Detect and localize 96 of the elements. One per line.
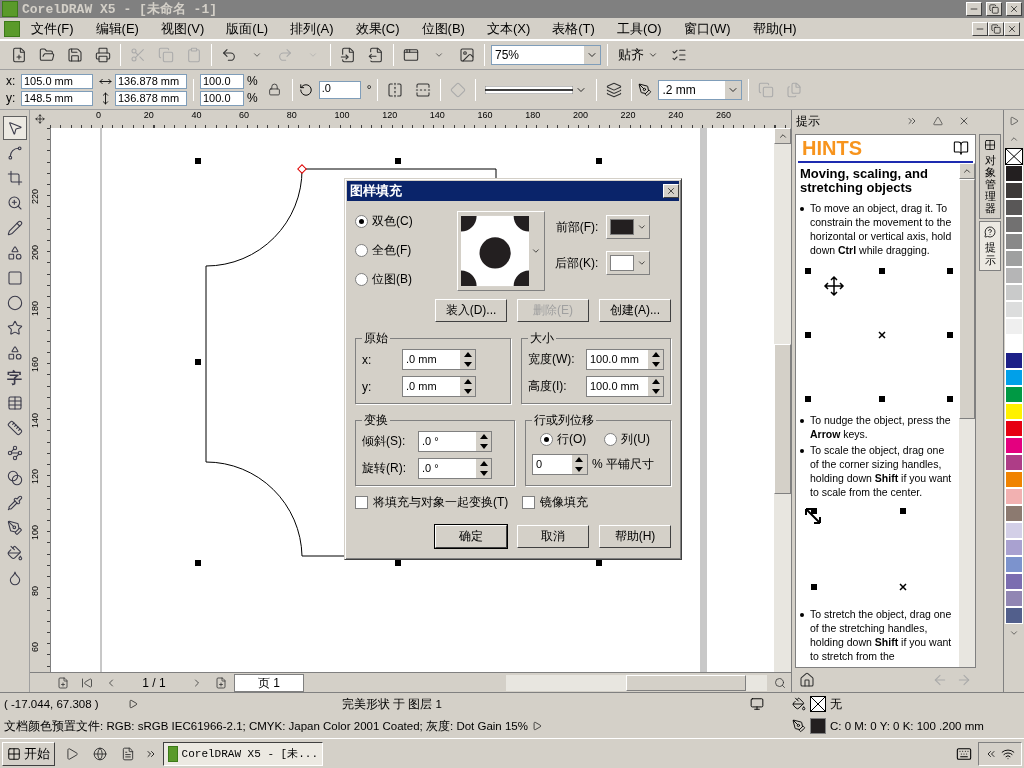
docker-tab[interactable]: 提示 (979, 221, 1001, 271)
y-field[interactable]: 148.5 mm (21, 90, 93, 106)
group-title: 大小 (529, 330, 555, 347)
hints-heading: HINTS (802, 136, 863, 160)
field-label: y: (362, 379, 373, 394)
field-label: 旋转(R): (362, 460, 407, 477)
cursor-coordinates: ( -17.044, 67.308 ) (4, 698, 100, 710)
ruler-label: 180 (524, 110, 542, 122)
menu-item[interactable]: 版面(L) (215, 19, 280, 38)
ruler-label: 160 (476, 110, 494, 122)
menu-item[interactable]: 文本(X) (475, 19, 542, 38)
ruler-label: 160 (30, 355, 41, 372)
group-title: 原始 (363, 330, 389, 347)
scale-field[interactable]: 100.0 (200, 73, 244, 89)
ruler-label: 140 (30, 411, 41, 428)
ruler-label: 100 (333, 110, 351, 122)
tool-button[interactable]: 字 (2, 366, 27, 390)
ruler-label: 200 (30, 243, 41, 260)
checkbox-option[interactable]: 将填充与对象一起变换(T) (355, 494, 509, 511)
scale-field[interactable]: 100.0 (200, 90, 244, 106)
ruler-label: 60 (30, 641, 41, 652)
hint-text: To stretch the object, drag one of the stretching handles, holding down Shift if you want to stretch from the (810, 607, 953, 663)
fill-type-radio[interactable]: 全色(F) (355, 242, 447, 259)
ruler-label: 100 (30, 523, 41, 540)
offset-radio[interactable]: 列(U) (604, 431, 650, 448)
object-info: 完美形状 于 图层 1 (341, 696, 443, 712)
color-label: 后部(K): (555, 254, 599, 272)
docker-tab[interactable]: 对象管理器 (979, 134, 1001, 220)
color-label: 前部(F): (555, 218, 599, 236)
menu-item[interactable]: 帮助(H) (741, 19, 808, 38)
ruler-label: 180 (30, 299, 41, 316)
start-button[interactable]: 开始 (2, 741, 55, 766)
y-label: y: (6, 91, 17, 105)
pattern-button[interactable]: 装入(D)... (435, 299, 507, 322)
ruler-label: 60 (238, 110, 251, 122)
fill-type-radio[interactable]: 双色(C) (355, 213, 447, 230)
field-label: x: (362, 352, 373, 367)
outline-width-select[interactable]: .2 mm (658, 79, 743, 100)
offset-radio[interactable]: 行(O) (539, 431, 587, 448)
group-title: 变换 (363, 412, 389, 429)
menu-item[interactable]: 位图(B) (410, 19, 476, 38)
ruler-label: 220 (30, 187, 41, 204)
page-count: 1 / 1 (141, 675, 167, 690)
x-label: x: (6, 74, 17, 88)
menu-item[interactable]: 工具(O) (605, 19, 673, 38)
ruler-label: 120 (30, 467, 41, 484)
x-field[interactable]: 105.0 mm (21, 73, 93, 89)
group-title: 行或列位移 (532, 412, 595, 429)
fill-info: 无 (830, 696, 843, 712)
fill-type-radio[interactable]: 位图(B) (355, 271, 447, 288)
ruler-label: 260 (714, 110, 732, 122)
ruler-label: 140 (428, 110, 446, 122)
rotation-field[interactable]: .0 (318, 80, 361, 99)
menu-item[interactable]: 文件(F) (20, 19, 85, 38)
unit-label: ° (366, 82, 372, 97)
width-field[interactable]: 136.878 mm (115, 73, 187, 89)
docker-title: 提示 (796, 112, 821, 130)
taskbar-button[interactable]: CorelDRAW X5 - [未... (163, 741, 323, 766)
hint-text: To nudge the object, press the Arrow keys. (810, 413, 952, 441)
ruler-label: 200 (571, 110, 589, 122)
dialog-button[interactable]: 帮助(H) (599, 525, 671, 548)
ruler-label: 120 (381, 110, 399, 122)
ruler-label: 240 (667, 110, 685, 122)
field-label: 高度(I): (528, 378, 568, 395)
dialog-button[interactable]: 确定 (435, 525, 507, 548)
hint-text: To scale the object, drag one of the corner sizing handles, holding down Shift if you want to scale from the center. (810, 443, 953, 499)
color-profile-info: 文档颜色预置文件: RGB: sRGB IEC61966-2.1; CMYK: Japan Color 2001 Coated; 灰度: Dot Gain 15% (4, 718, 528, 734)
menu-item[interactable]: 窗口(W) (672, 19, 742, 38)
zoom-select[interactable]: 75% (491, 45, 601, 65)
height-field[interactable]: 136.878 mm (115, 90, 187, 106)
field-label: % 平铺尺寸 (591, 456, 655, 473)
snap-button[interactable]: 贴齐 (614, 44, 662, 66)
hint-text: To move an object, drag it. To constrain the movement to the horizontal or vertical axis, hold down Ctrl while dragging. (810, 201, 953, 257)
window-title: CorelDRAW X5 - [未命名 -1] (22, 1, 219, 18)
dialog-button[interactable]: 取消 (517, 525, 589, 548)
menu-item[interactable]: 表格(T) (541, 19, 606, 38)
ruler-label: 40 (190, 110, 203, 122)
unit-label: % (247, 91, 258, 105)
checkbox-option[interactable]: 镜像填充 (522, 494, 671, 511)
ruler-label: 20 (142, 110, 155, 122)
page-tab[interactable]: 页 1 (234, 673, 304, 692)
ruler-label: 0 (95, 110, 102, 122)
menu-item[interactable]: 效果(C) (344, 19, 411, 38)
unit-label: % (247, 74, 258, 88)
dialog-title: 图样填充 (350, 182, 403, 200)
menu-item[interactable]: 编辑(E) (84, 19, 150, 38)
ruler-label: 220 (619, 110, 637, 122)
outline-info: C: 0 M: 0 Y: 0 K: 100 .200 mm (830, 720, 985, 732)
field-label: 倾斜(S): (362, 433, 407, 450)
field-label: 宽度(W): (528, 351, 576, 368)
menu-item[interactable]: 排列(A) (279, 19, 345, 38)
pattern-button[interactable]: 创建(A)... (599, 299, 671, 322)
ruler-label: 80 (285, 110, 298, 122)
menu-item[interactable]: 视图(V) (149, 19, 216, 38)
ruler-label: 80 (30, 585, 41, 596)
hint-topic: Moving, scaling, and stretching objects (800, 167, 929, 195)
